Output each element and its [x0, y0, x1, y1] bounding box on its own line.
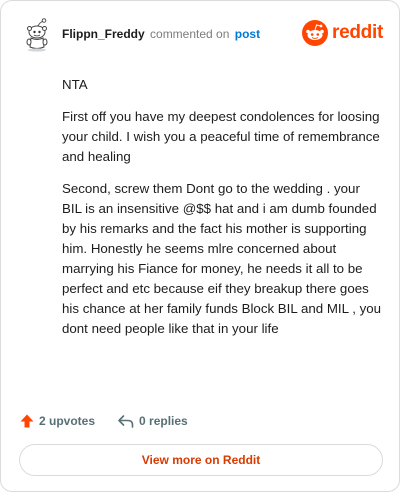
- comment-paragraph: First off you have my deepest condolence…: [62, 109, 380, 164]
- action-text: commented on: [150, 27, 230, 41]
- replies-button[interactable]: 0 replies: [117, 413, 188, 429]
- upvotes-count: 2 upvotes: [39, 414, 96, 428]
- reddit-brand[interactable]: reddit: [302, 19, 383, 47]
- reddit-logo-icon: [302, 20, 329, 46]
- comment-embed-card: Flippn_Freddy commented on post reddit N…: [0, 0, 400, 492]
- snoo-avatar-icon[interactable]: [19, 17, 55, 53]
- comment-meta: Flippn_Freddy commented on post: [62, 27, 260, 41]
- username-link[interactable]: Flippn_Freddy: [62, 27, 145, 41]
- upvote-button[interactable]: 2 upvotes: [19, 413, 95, 429]
- comment-paragraph: NTA: [62, 77, 88, 92]
- comment-header: Flippn_Freddy commented on post reddit: [19, 15, 385, 55]
- comment-paragraph: Second, screw them Dont go to the weddin…: [62, 181, 382, 336]
- post-link[interactable]: post: [235, 27, 260, 41]
- comment-actions: 2 upvotes 0 replies: [19, 411, 188, 431]
- reddit-wordmark: reddit: [332, 22, 383, 43]
- replies-count: 0 replies: [139, 414, 188, 428]
- upvote-arrow-icon: [20, 414, 34, 428]
- comment-body: NTA First off you have my deepest condol…: [62, 75, 382, 351]
- reply-arrow-icon: [118, 415, 134, 428]
- view-more-button[interactable]: View more on Reddit: [19, 444, 383, 476]
